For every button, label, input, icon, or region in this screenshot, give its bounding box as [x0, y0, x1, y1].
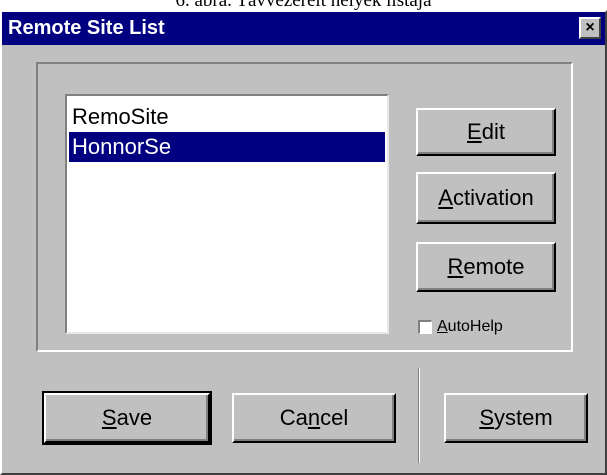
save-button[interactable]: Save	[42, 391, 212, 445]
site-listbox[interactable]: RemoSite HonnorSe	[65, 94, 389, 334]
list-item-label: HonnorSe	[72, 134, 172, 159]
list-item-remosite[interactable]: RemoSite	[69, 102, 385, 132]
remote-button[interactable]: Remote	[416, 242, 556, 292]
autohelp-label: AutoHelp	[437, 318, 503, 335]
cancel-button[interactable]: Cancel	[232, 393, 396, 443]
system-button[interactable]: System	[444, 393, 588, 443]
title-bar: Remote Site List ×	[2, 12, 605, 45]
remote-button-label: Remote	[447, 254, 525, 279]
edit-button[interactable]: Edit	[416, 108, 556, 156]
edit-button-label: Edit	[467, 119, 505, 144]
caption-text: 6. ábra. Távvezérelt helyek listája	[175, 0, 431, 10]
window-title: Remote Site List	[8, 17, 165, 39]
save-button-label: Save	[101, 405, 153, 430]
activation-button-label: Activation	[438, 185, 534, 210]
cancel-button-label: Cancel	[279, 405, 349, 430]
autohelp-checkbox[interactable]	[418, 320, 432, 334]
close-button[interactable]: ×	[579, 17, 601, 39]
list-item-label: RemoSite	[72, 104, 169, 129]
activation-button[interactable]: Activation	[416, 172, 556, 224]
close-icon: ×	[585, 19, 595, 36]
figure-caption: 6. ábra. Távvezérelt helyek listája	[0, 0, 607, 10]
vertical-divider	[418, 368, 420, 463]
list-item-honnorse[interactable]: HonnorSe	[69, 132, 385, 162]
system-button-label: System	[479, 405, 553, 430]
